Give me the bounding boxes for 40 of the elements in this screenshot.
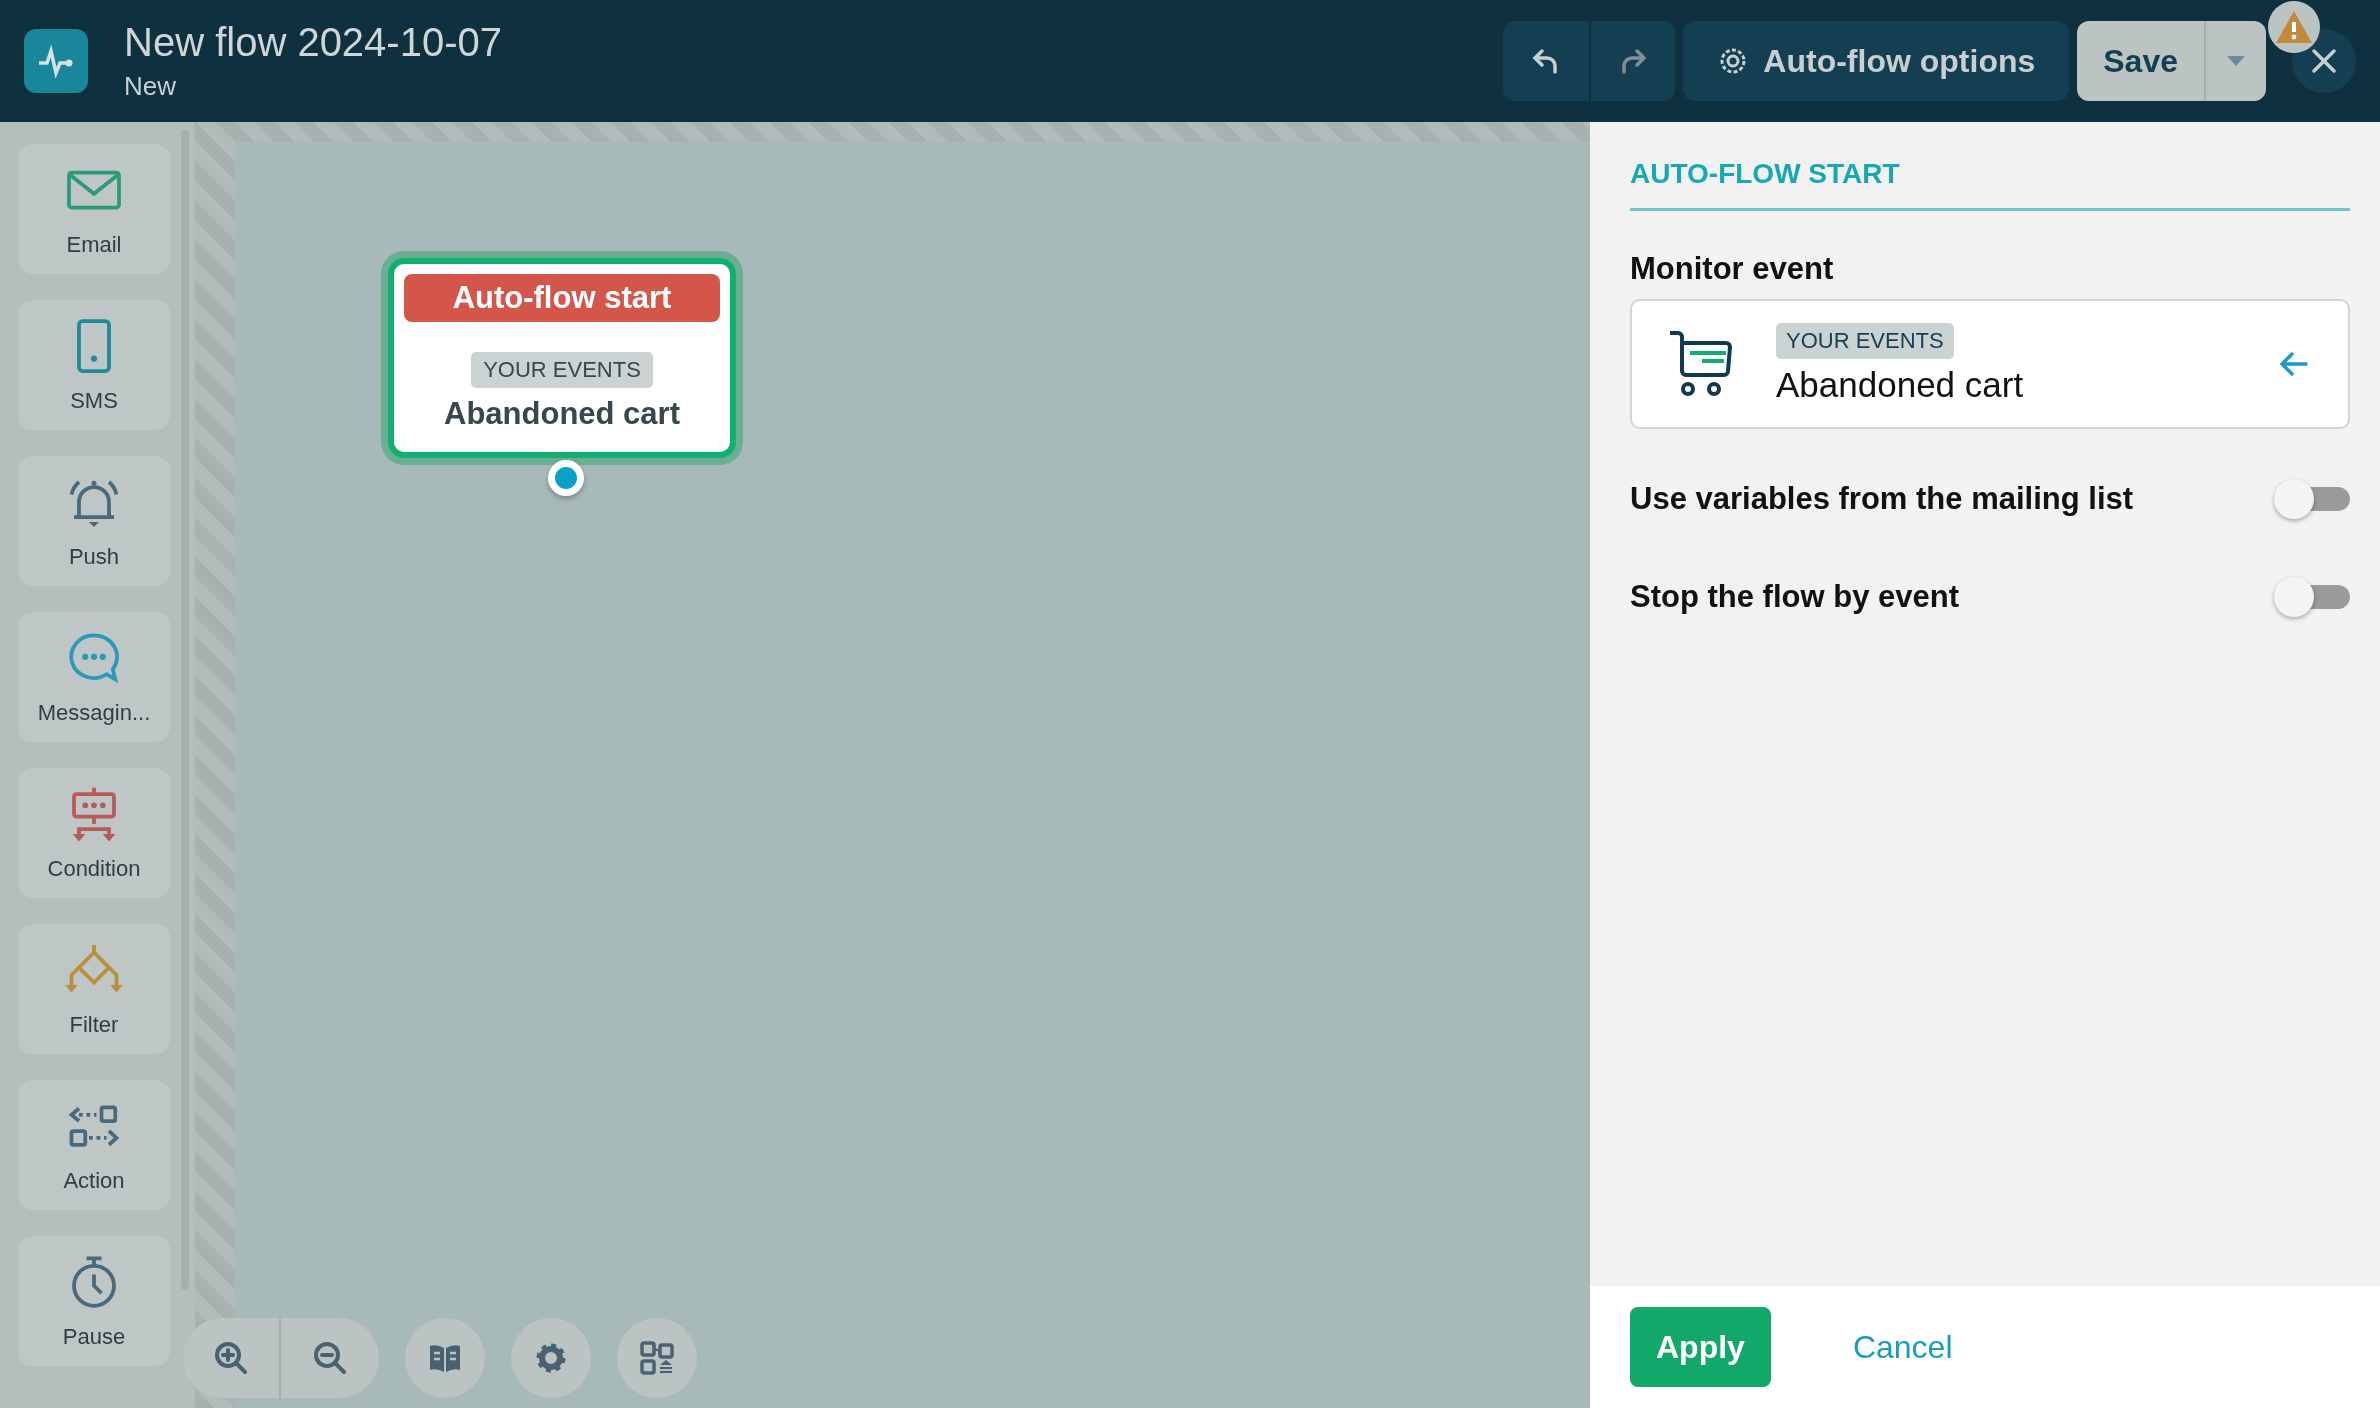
- toggle-switch[interactable]: [2274, 479, 2350, 519]
- zoom-in-icon: [213, 1340, 249, 1376]
- undo-button[interactable]: [1503, 21, 1590, 101]
- zoom-in-button[interactable]: [183, 1318, 281, 1398]
- flow-title: New flow 2024-10-07: [124, 20, 503, 65]
- flow-status: New: [124, 71, 177, 102]
- caret-icon: [2227, 56, 2245, 66]
- palette-block[interactable]: Messagin...: [18, 612, 170, 742]
- palette-block[interactable]: Push: [18, 456, 170, 586]
- panel-heading: AUTO-FLOW START: [1630, 158, 2350, 211]
- node-title: Auto-flow start: [404, 274, 720, 322]
- field-label: Monitor event: [1630, 251, 1835, 287]
- palette-block[interactable]: SMS: [18, 300, 170, 430]
- palette-block[interactable]: Pause: [18, 1236, 170, 1366]
- output-port[interactable]: [548, 460, 584, 496]
- toggle-switch[interactable]: [2274, 577, 2350, 617]
- zoom-out-icon: [312, 1340, 348, 1376]
- arrow-left-icon[interactable]: [2280, 352, 2308, 376]
- squares-diagram-icon: [640, 1341, 674, 1375]
- zoom-out-button[interactable]: [281, 1318, 379, 1398]
- palette-block[interactable]: Condition: [18, 768, 170, 898]
- pulse-logo-icon: [24, 29, 88, 93]
- cart-icon: [1668, 329, 1734, 399]
- event-category-tag: YOUR EVENTS: [1776, 323, 1954, 359]
- toggle-label: Use variables from the mailing list: [1630, 481, 2134, 517]
- palette-block[interactable]: Email: [18, 144, 170, 274]
- event-name: Abandoned cart: [1776, 365, 2024, 405]
- settings-icon: [534, 1341, 568, 1375]
- save-menu-button[interactable]: [2204, 21, 2266, 101]
- cancel-link[interactable]: Cancel: [1852, 1328, 1953, 1366]
- redo-button[interactable]: [1589, 21, 1676, 101]
- node-event-name: Abandoned cart: [444, 396, 680, 432]
- palette-block[interactable]: Filter: [18, 924, 170, 1054]
- save-button[interactable]: Save: [2077, 21, 2204, 101]
- palette-block[interactable]: Action: [18, 1080, 170, 1210]
- event-category-tag: YOUR EVENTS: [471, 352, 653, 388]
- close-icon: [2310, 47, 2338, 75]
- auto-flow-options-button[interactable]: Auto-flow options: [1683, 21, 2070, 101]
- toggle-label: Stop the flow by event: [1630, 579, 1959, 615]
- event-selector[interactable]: YOUR EVENTS Abandoned cart: [1630, 299, 2350, 429]
